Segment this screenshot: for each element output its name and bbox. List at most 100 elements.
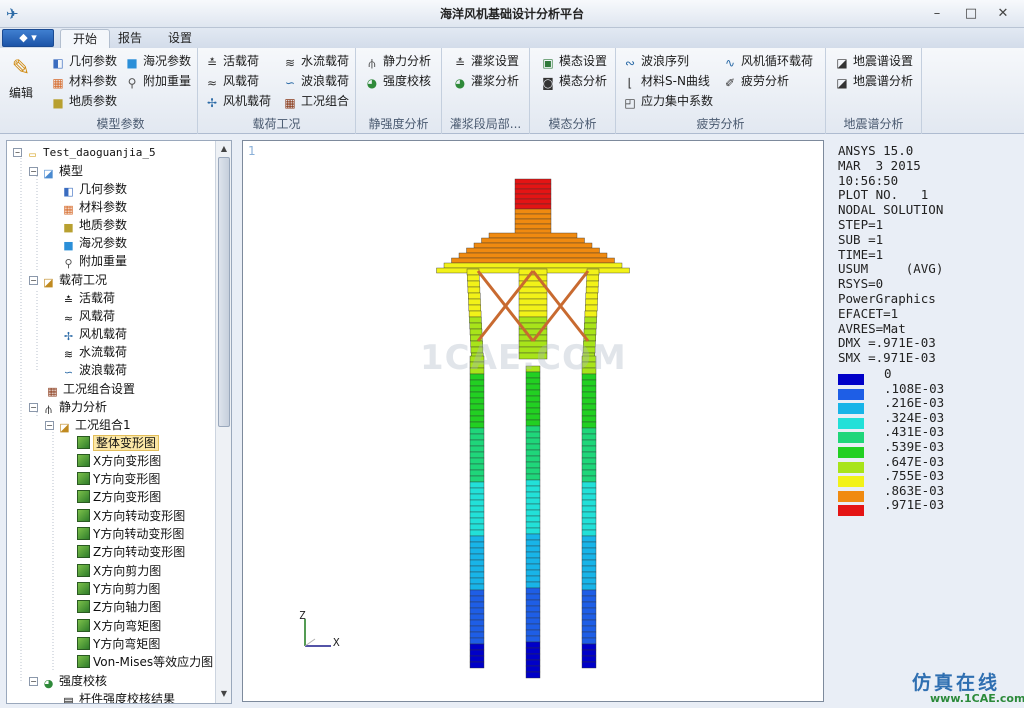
tree-item-load-cases[interactable]: − ◪ 载荷工况 bbox=[29, 271, 107, 289]
tree-item-member-check[interactable]: ▤ 杆件强度校核结果 bbox=[61, 690, 175, 703]
tree-item-combination-settings[interactable]: ▦ 工况组合设置 bbox=[45, 380, 135, 398]
tree-item-turbine-load[interactable]: ✢ 风机载荷 bbox=[61, 325, 127, 343]
wave-sequence-button[interactable]: ∾ 波浪序列 bbox=[622, 52, 689, 70]
ribbon: ✎ 编辑 ◧ 几何参数 ■ 海况参数 ▦ 材料参数 ⚲ 附加重量 ■ 地质参数 模型参数 … bbox=[0, 48, 1024, 134]
tree-item-material[interactable]: ▦ 材料参数 bbox=[61, 198, 127, 216]
tree-item-combination-1[interactable]: − ◪ 工况组合1 bbox=[45, 416, 131, 434]
pile-segment bbox=[469, 559, 485, 567]
grout-settings-button[interactable]: ≛ 灌浆设置 bbox=[452, 52, 519, 70]
contour-value: .863E-03 bbox=[884, 482, 945, 498]
pile-segment bbox=[469, 631, 485, 639]
tree-item-y-rotation[interactable]: Y方向转动变形图 bbox=[77, 525, 184, 543]
wave-load-button[interactable]: ∽ 波浪载荷 bbox=[282, 72, 349, 90]
turbine-load-button[interactable]: ✢ 风机载荷 bbox=[204, 92, 271, 110]
center-pile-segment bbox=[518, 274, 548, 282]
pile-segment bbox=[525, 491, 541, 499]
sea-cube-icon: ■ bbox=[126, 56, 138, 70]
tree-item-overall-deformation[interactable]: 整体变形图 bbox=[77, 434, 160, 452]
fatigue-analysis-button[interactable]: ✐ 疲劳分析 bbox=[722, 72, 789, 90]
seismic-settings-button[interactable]: ◪ 地震谱设置 bbox=[834, 52, 913, 70]
tree-item-sea[interactable]: ■ 海况参数 bbox=[61, 234, 127, 252]
pile-segment bbox=[525, 587, 541, 595]
tab-start[interactable]: 开始 bbox=[60, 29, 111, 48]
legend-line: ANSYS 15.0 bbox=[838, 143, 914, 158]
contour-band bbox=[838, 490, 864, 502]
collapse-toggle[interactable]: − bbox=[29, 167, 38, 176]
graphics-viewport[interactable]: Z X bbox=[242, 140, 824, 702]
tree-item-y-moment[interactable]: Y方向弯矩图 bbox=[77, 635, 160, 653]
tree-item-wave-load[interactable]: ∽ 波浪载荷 bbox=[61, 361, 127, 379]
pile-segment bbox=[525, 665, 541, 673]
geometry-params-button[interactable]: ◧ 几何参数 bbox=[50, 52, 117, 70]
scroll-thumb[interactable] bbox=[218, 157, 230, 427]
tree-item-geology[interactable]: ■ 地质参数 bbox=[61, 216, 127, 234]
tree-item-z-axial[interactable]: Z方向轴力图 bbox=[77, 598, 161, 616]
tree-item-model[interactable]: − ◪ 模型 bbox=[29, 162, 83, 180]
tree-item-wind-load[interactable]: ≈ 风载荷 bbox=[61, 307, 115, 325]
pile-segment bbox=[525, 605, 541, 613]
leg-segment bbox=[585, 304, 598, 312]
pile-segment bbox=[525, 437, 541, 445]
collapse-toggle[interactable]: − bbox=[45, 421, 54, 430]
wind-icon: ≈ bbox=[206, 76, 218, 90]
turbine-cyclic-load-button[interactable]: ∿ 风机循环载荷 bbox=[722, 52, 813, 70]
tree-item-x-deformation[interactable]: X方向变形图 bbox=[77, 452, 161, 470]
scroll-down-icon[interactable]: ▼ bbox=[217, 687, 231, 701]
transition-piece-segment bbox=[514, 178, 552, 185]
current-load-button[interactable]: ≋ 水流载荷 bbox=[282, 52, 349, 70]
modal-analysis-button[interactable]: ◙ 模态分析 bbox=[540, 72, 607, 90]
wind-load-button[interactable]: ≈ 风载荷 bbox=[204, 72, 259, 90]
tab-settings[interactable]: 设置 bbox=[156, 29, 204, 48]
pile-segment bbox=[581, 517, 597, 525]
contour-band bbox=[838, 374, 864, 385]
collapse-toggle[interactable]: − bbox=[29, 677, 38, 686]
collapse-toggle[interactable]: − bbox=[29, 403, 38, 412]
pile-segment bbox=[469, 517, 485, 525]
tree-item-live-load[interactable]: ≛ 活载荷 bbox=[61, 289, 115, 307]
load-combination-button[interactable]: ▦ 工况组合 bbox=[282, 92, 349, 110]
close-button[interactable]: ✕ bbox=[992, 5, 1014, 23]
added-weight-button[interactable]: ⚲ 附加重量 bbox=[124, 72, 191, 90]
legend-line: PowerGraphics bbox=[838, 290, 936, 306]
scf-button[interactable]: ◰ 应力集中系数 bbox=[622, 92, 713, 110]
tree-item-current-load[interactable]: ≋ 水流载荷 bbox=[61, 343, 127, 361]
app-menu-button[interactable]: ◆ ▾ bbox=[2, 29, 54, 47]
tree-item-y-deformation[interactable]: Y方向变形图 bbox=[77, 470, 160, 488]
material-params-button[interactable]: ▦ 材料参数 bbox=[50, 72, 117, 90]
tree-item-von-mises[interactable]: Von-Mises等效应力图 bbox=[77, 653, 213, 671]
tree-item-z-deformation[interactable]: Z方向变形图 bbox=[77, 488, 161, 506]
tree-item-added-weight[interactable]: ⚲ 附加重量 bbox=[61, 252, 127, 270]
minimize-button[interactable]: – bbox=[926, 5, 948, 23]
tab-report[interactable]: 报告 bbox=[106, 29, 154, 48]
tree-item-x-rotation[interactable]: X方向转动变形图 bbox=[77, 507, 185, 525]
collapse-toggle[interactable]: − bbox=[13, 148, 22, 157]
leg-segment bbox=[585, 286, 599, 294]
collapse-toggle[interactable]: − bbox=[29, 276, 38, 285]
modal-settings-button[interactable]: ▣ 模态设置 bbox=[540, 52, 607, 70]
jacket-top-segment bbox=[481, 237, 585, 244]
scroll-up-icon[interactable]: ▲ bbox=[217, 142, 231, 156]
tree-scrollbar[interactable]: ▲ ▼ bbox=[215, 141, 231, 703]
edit-button[interactable]: ✎ 编辑 bbox=[4, 54, 38, 101]
maximize-button[interactable]: □ bbox=[960, 5, 982, 23]
geology-params-button[interactable]: ■ 地质参数 bbox=[50, 92, 117, 110]
tree-item-z-rotation[interactable]: Z方向转动变形图 bbox=[77, 543, 185, 561]
geometry-icon: ◧ bbox=[63, 185, 74, 198]
seismic-analysis-button[interactable]: ◪ 地震谱分析 bbox=[834, 72, 913, 90]
pile-segment bbox=[469, 565, 485, 573]
tree-item-x-moment[interactable]: X方向弯矩图 bbox=[77, 617, 161, 635]
tree-root[interactable]: − ▭ Test_daoguanjia_5 bbox=[13, 144, 156, 162]
sn-curve-button[interactable]: ⌊ 材料S-N曲线 bbox=[622, 72, 710, 90]
strength-check-button[interactable]: ◕ 强度校核 bbox=[364, 72, 431, 90]
tree-item-geometry[interactable]: ◧ 几何参数 bbox=[61, 180, 127, 198]
sea-params-button[interactable]: ■ 海况参数 bbox=[124, 52, 191, 70]
static-analysis-button[interactable]: ⫛ 静力分析 bbox=[364, 52, 431, 70]
tree-item-x-shear[interactable]: X方向剪力图 bbox=[77, 562, 161, 580]
grout-analysis-button[interactable]: ◕ 灌浆分析 bbox=[452, 72, 519, 90]
tree-item-strength-check[interactable]: − ◕ 强度校核 bbox=[29, 672, 107, 690]
tree-item-static-analysis[interactable]: − ⫛ 静力分析 bbox=[29, 398, 107, 416]
title-bar: ✈ 海洋风机基础设计分析平台 – □ ✕ bbox=[0, 0, 1024, 28]
tree-item-y-shear[interactable]: Y方向剪力图 bbox=[77, 580, 160, 598]
live-load-button[interactable]: ≛ 活载荷 bbox=[204, 52, 259, 70]
scf-icon: ◰ bbox=[624, 96, 636, 110]
